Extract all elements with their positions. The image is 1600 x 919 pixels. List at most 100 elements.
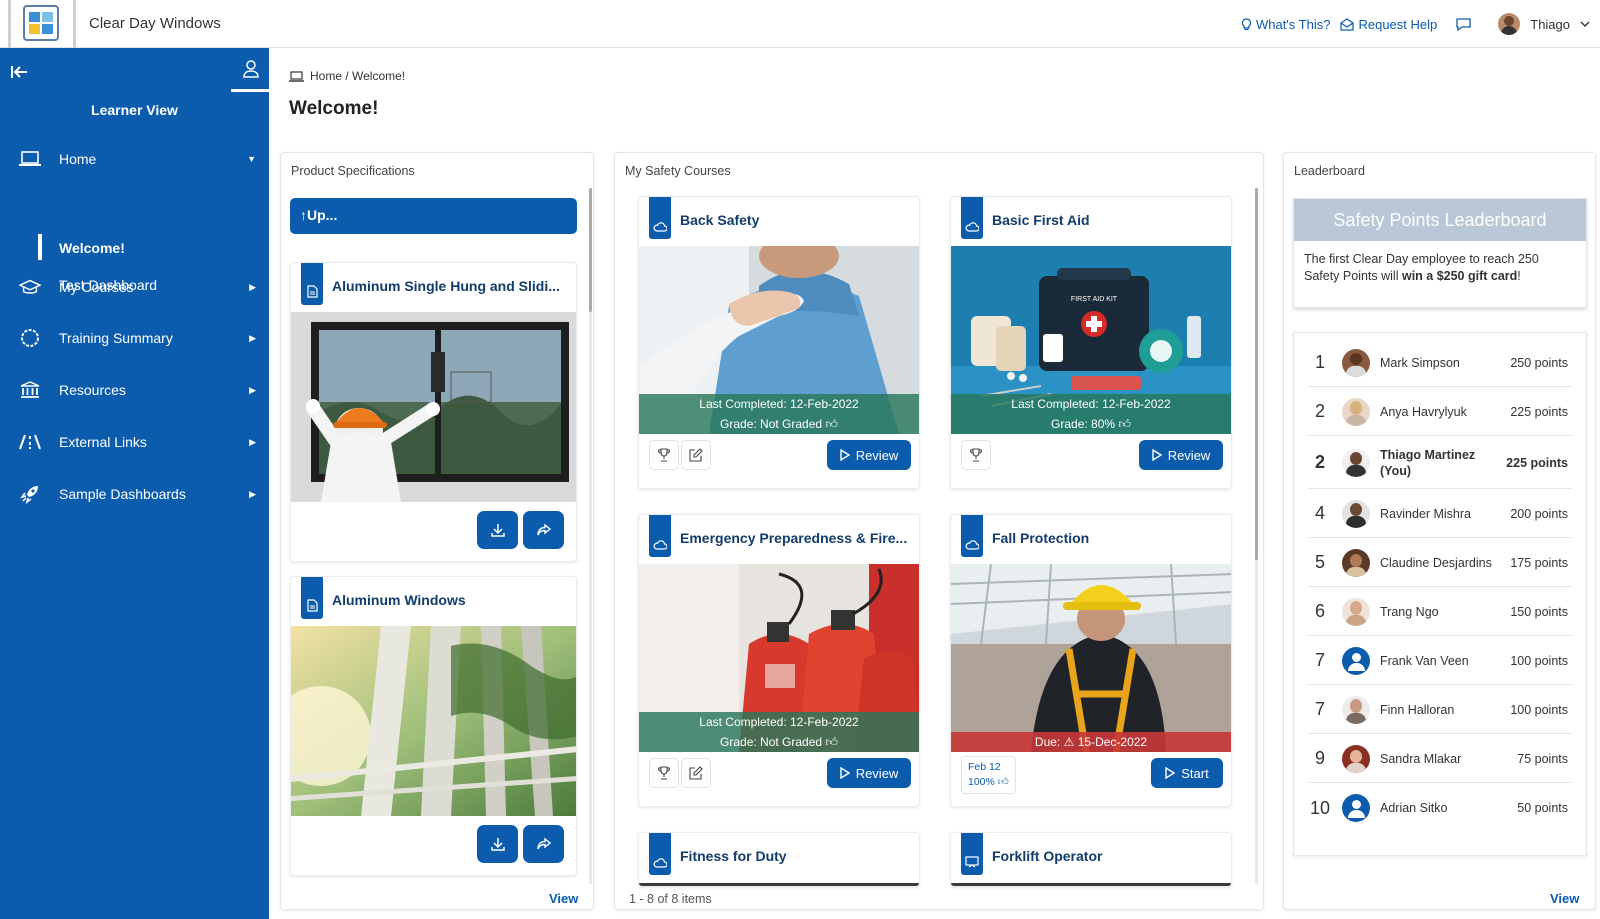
course-tab — [649, 833, 671, 875]
breadcrumb-text[interactable]: Home / Welcome! — [310, 69, 405, 83]
thumbs-up-icon: 👍︎ — [997, 776, 1009, 788]
rank: 2 — [1314, 401, 1325, 421]
rank: 9 — [1314, 748, 1325, 768]
progress-date: Feb 12 — [968, 761, 1001, 773]
trophy-button[interactable] — [649, 758, 679, 788]
leaderboard-list: 1 Mark Simpson 250 points 2 Anya Havryly… — [1293, 332, 1587, 856]
trophy-button[interactable] — [961, 440, 991, 470]
grade-overlay: Grade: 80% 👍︎ — [951, 414, 1231, 434]
share-button[interactable] — [523, 511, 564, 549]
caret-right-icon: ▶ — [249, 281, 256, 292]
profile-tab[interactable] — [231, 60, 271, 92]
leaderboard-name: Frank Van Veen — [1380, 653, 1469, 668]
review-label: Review — [855, 765, 899, 781]
download-icon — [490, 524, 505, 537]
whats-this-link[interactable]: What's This? — [1241, 17, 1330, 32]
rank: 7 — [1314, 699, 1325, 719]
user-menu[interactable]: Thiago — [1498, 13, 1590, 35]
leaderboard-row: 9 Sandra Mlakar 75 points — [1308, 735, 1572, 783]
up-folder-button[interactable]: ↑Up... — [290, 198, 577, 234]
course-card[interactable]: Fall Protection Due: ⚠ 15-Dec-2022 Feb 1… — [950, 514, 1232, 807]
download-button[interactable] — [477, 511, 518, 549]
warning-icon: ⚠ — [1063, 735, 1075, 749]
laptop-icon — [19, 151, 41, 167]
review-button[interactable]: Review — [827, 440, 911, 470]
course-card[interactable]: Basic First Aid FIRST AID KIT Last Compl… — [950, 196, 1232, 489]
sidebar-item-external-links[interactable]: External Links ▶ — [0, 426, 269, 458]
app-logo[interactable] — [8, 0, 76, 48]
scrollbar-thumb[interactable] — [589, 188, 592, 312]
edit-button[interactable] — [681, 440, 711, 470]
first-aid-image: FIRST AID KIT Last Completed: 12-Feb-202… — [951, 246, 1231, 434]
course-image-edge — [951, 883, 1231, 886]
course-title[interactable]: Fall Protection — [992, 530, 1222, 546]
product-card-title[interactable]: Aluminum Single Hung and Slidi... — [332, 278, 572, 294]
grade-text: Grade: 80% — [1051, 417, 1116, 431]
trophy-icon — [657, 448, 671, 462]
product-card[interactable]: Aluminum Windows — [290, 576, 577, 876]
document-tab — [301, 577, 323, 619]
scrollbar-thumb[interactable] — [1255, 188, 1258, 560]
leaderboard-points: 175 points — [1510, 555, 1568, 570]
product-card[interactable]: Aluminum Single Hung and Slidi... — [290, 262, 577, 562]
sidebar-subitem-welcome[interactable]: Welcome! — [59, 240, 125, 256]
course-title[interactable]: Forklift Operator — [992, 848, 1222, 864]
course-card[interactable]: Fitness for Duty — [638, 832, 920, 887]
download-button[interactable] — [477, 825, 518, 863]
edit-icon — [689, 766, 703, 780]
review-button[interactable]: Review — [1139, 440, 1223, 470]
trophy-icon — [969, 448, 983, 462]
sidebar-item-label: My Courses — [59, 279, 134, 295]
course-tab — [649, 515, 671, 557]
window-installer-image — [291, 312, 576, 502]
panel-title: Product Specifications — [291, 164, 415, 178]
logo-icon — [23, 5, 59, 41]
page-title: Welcome! — [289, 98, 379, 119]
cloud-icon — [965, 540, 979, 550]
breadcrumb: Home / Welcome! — [289, 69, 405, 83]
sidebar-item-my-courses[interactable]: My Courses ▶ — [0, 271, 269, 303]
rocket-icon — [19, 484, 41, 504]
trophy-button[interactable] — [649, 440, 679, 470]
leaderboard-view-link[interactable]: View — [1550, 891, 1579, 906]
app-name: Clear Day Windows — [89, 15, 221, 32]
learner-view-title: Learner View — [91, 102, 178, 118]
leaderboard-row: 6 Trang Ngo 150 points — [1308, 588, 1572, 636]
course-card[interactable]: Forklift Operator — [950, 832, 1232, 887]
avatar — [1342, 597, 1370, 626]
leaderboard-name: Sandra Mlakar — [1380, 751, 1462, 766]
avatar — [1342, 397, 1370, 426]
request-help-link[interactable]: Request Help — [1340, 17, 1437, 32]
review-label: Review — [855, 447, 899, 463]
leaderboard-name: Mark Simpson — [1380, 355, 1460, 370]
leaderboard-points: 100 points — [1510, 653, 1568, 668]
sidebar-item-home[interactable]: Home ▼ — [0, 143, 269, 175]
course-card[interactable]: Emergency Preparedness & Fire... Last Co… — [638, 514, 920, 807]
course-title[interactable]: Emergency Preparedness & Fire... — [680, 530, 912, 546]
review-button[interactable]: Review — [827, 758, 911, 788]
edit-button[interactable] — [681, 758, 711, 788]
edit-icon — [689, 448, 703, 462]
course-title[interactable]: Fitness for Duty — [680, 848, 910, 864]
sidebar-item-sample-dashboards[interactable]: Sample Dashboards ▶ — [0, 478, 269, 510]
product-specs-view-link[interactable]: View — [549, 891, 578, 906]
leaderboard-row: 7 Frank Van Veen 100 points — [1308, 637, 1572, 685]
play-icon — [1151, 449, 1162, 461]
chat-button[interactable] — [1455, 17, 1472, 32]
first-aid-kit-label: FIRST AID KIT — [1071, 296, 1118, 303]
start-label: Start — [1181, 765, 1209, 781]
collapse-sidebar-button[interactable] — [11, 65, 29, 84]
course-title[interactable]: Basic First Aid — [992, 212, 1222, 228]
sidebar-item-training-summary[interactable]: Training Summary ▶ — [0, 322, 269, 354]
sidebar-item-resources[interactable]: Resources ▶ — [0, 374, 269, 406]
share-button[interactable] — [523, 825, 564, 863]
leaderboard-banner: Safety Points Leaderboard The first Clea… — [1293, 198, 1587, 308]
leaderboard-row: 10 Adrian Sitko 50 points — [1308, 784, 1572, 832]
start-button[interactable]: Start — [1151, 758, 1223, 788]
product-card-title[interactable]: Aluminum Windows — [332, 592, 572, 608]
course-image-edge — [639, 883, 919, 886]
leaderboard-points: 225 points — [1510, 404, 1568, 419]
banner-text-prize: win a $250 gift card — [1401, 269, 1518, 283]
course-title[interactable]: Back Safety — [680, 212, 910, 228]
course-card[interactable]: Back Safety Last Completed: 12-Feb-2022 … — [638, 196, 920, 489]
